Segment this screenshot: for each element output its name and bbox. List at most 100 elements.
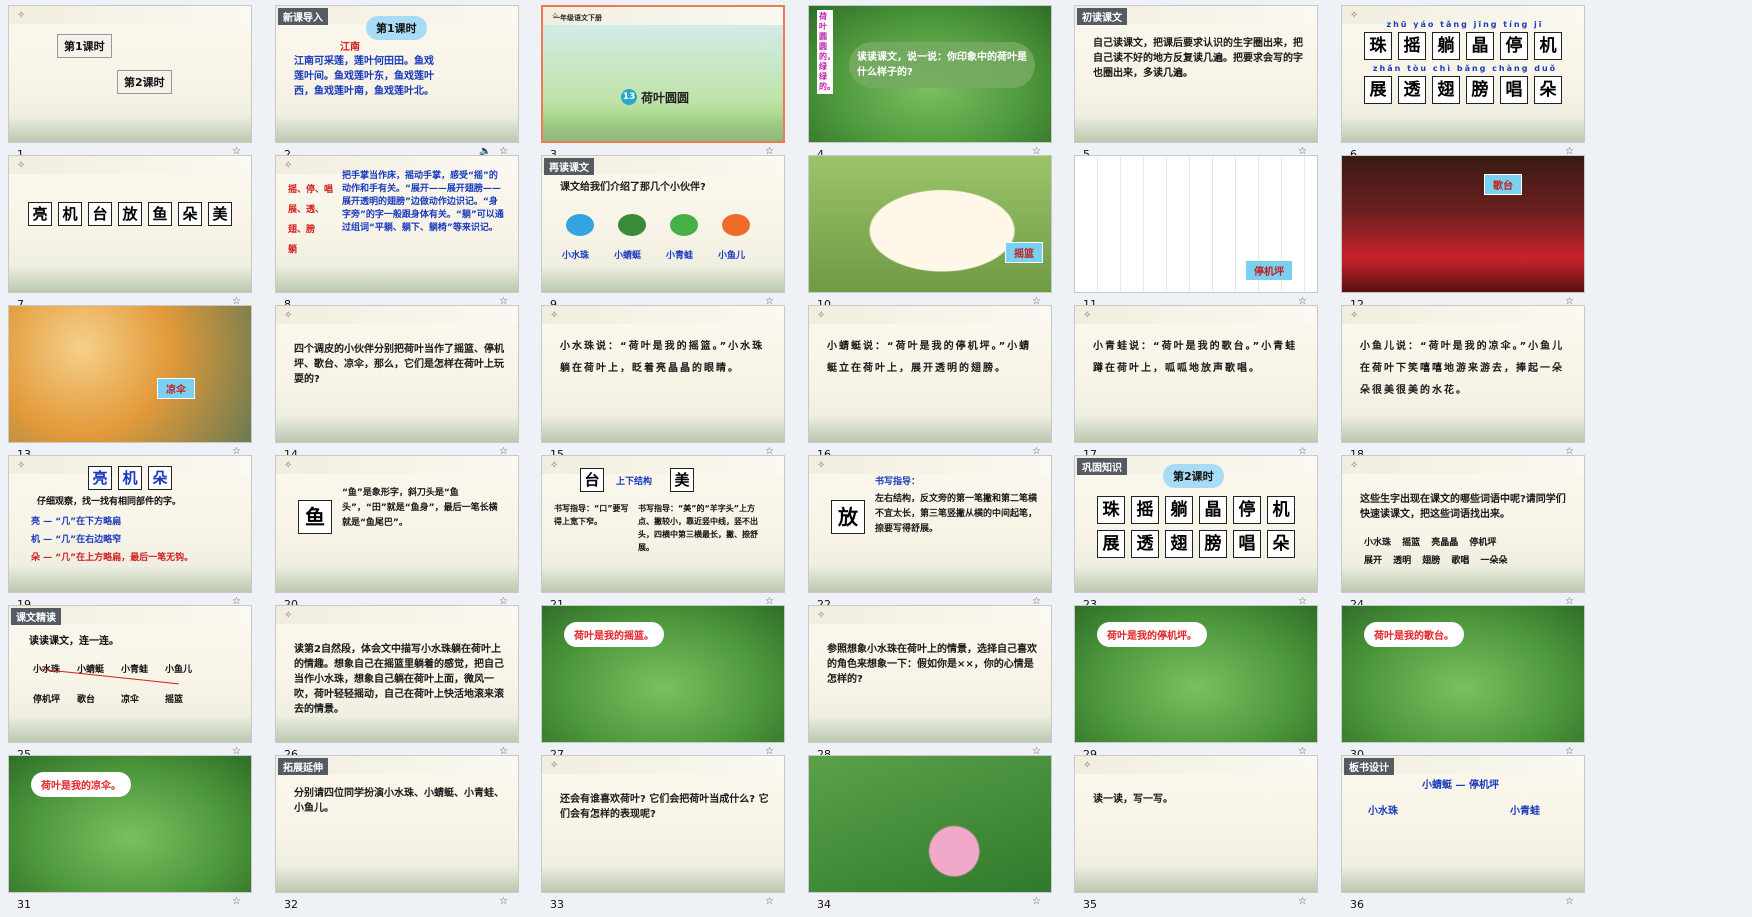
slide-number: 33 xyxy=(550,898,564,911)
slide-cell: ✧荷叶圆圆的，绿绿的。读读课文，说一说：你印象中的荷叶是什么样子的?4☆ xyxy=(800,0,1066,167)
slide-thumbnail[interactable]: ✧ xyxy=(808,755,1052,893)
slide-cell: ✧凉伞13☆ xyxy=(0,300,266,467)
body-text: 四个调皮的小伙伴分别把荷叶当作了摇篮、停机坪、歌台、凉伞，那么，它们是怎样在荷叶… xyxy=(294,344,504,385)
animal-icon xyxy=(722,214,750,236)
slide-thumbnail[interactable]: ✧ 参照想象小水珠在荷叶上的情景，选择自己喜欢的角色来想象一下：假如你是××，你的… xyxy=(808,605,1052,743)
slide-thumbnail[interactable]: ✧ 亮机朵仔细观察，找一找有相同部件的字。亮 — “几”在下方略扁机 — “几”在… xyxy=(8,455,252,593)
char-box: 晶 xyxy=(1466,32,1494,60)
slide-thumbnail[interactable]: ✧荷叶是我的歌台。 xyxy=(1341,605,1585,743)
dragonfly-icon: ✧ xyxy=(284,460,293,471)
body-text: 还会有谁喜欢荷叶? 它们会把荷叶当成什么? 它们会有怎样的表现呢? xyxy=(560,794,769,820)
lotus-footer-decoration xyxy=(1075,866,1317,892)
char-box: 美 xyxy=(208,202,232,226)
slide-thumbnail[interactable]: ✧板书设计小蜻蜓 — 停机坪小水珠小青蛙 xyxy=(1341,755,1585,893)
slide-cell: ✧课文精读读读课文，连一连。小水珠小蜻蜓小青蛙小鱼儿停机坪歌台凉伞摇篮25☆ xyxy=(0,600,266,767)
animal-icon xyxy=(670,214,698,236)
slide-cell: ✧摇篮10☆ xyxy=(800,150,1066,317)
lotus-footer-decoration xyxy=(9,716,251,742)
slide-section-tag: 巩固知识 xyxy=(1077,458,1127,475)
slide-cell: ✧停机坪11☆ xyxy=(1066,150,1332,317)
slide-transition-star-icon[interactable]: ☆ xyxy=(1565,896,1574,907)
slide-transition-star-icon[interactable]: ☆ xyxy=(765,896,774,907)
scene-photo xyxy=(1342,156,1584,292)
char-box: 翅 xyxy=(1165,530,1193,558)
slide-thumbnail[interactable]: ✧再读课文课文给我们介绍了那几个小伙伴?小水珠小蜻蜓小青蛙小鱼儿 xyxy=(541,155,785,293)
slide-cell: ✧荷叶是我的停机坪。29☆ xyxy=(1066,600,1332,767)
match-bottom-item: 摇篮 xyxy=(165,695,184,705)
char-box: 摇 xyxy=(1398,32,1426,60)
dragonfly-icon: ✧ xyxy=(550,310,559,321)
char-box: 摇 xyxy=(1131,496,1159,524)
dragonfly-icon: ✧ xyxy=(284,610,293,621)
instruction-text: 读读课文，连一连。 xyxy=(29,636,119,647)
char-box: 珠 xyxy=(1364,32,1392,60)
slide-thumbnail[interactable]: ✧ 四个调皮的小伙伴分别把荷叶当作了摇篮、停机坪、歌台、凉伞，那么，它们是怎样在荷… xyxy=(275,305,519,443)
slide-thumbnail[interactable]: ✧ 台 美 上下结构 书写指导：“口”要写得上宽下窄。 书写指导：“美”的“羊字头”上方点… xyxy=(541,455,785,593)
slide-thumbnail[interactable]: ✧ 鱼 “鱼”是象形字，斜刀头是“鱼头”，“田”就是“鱼身”，最后一笔长横就是“鱼尾… xyxy=(275,455,519,593)
animal-label: 小水珠 xyxy=(562,251,590,261)
slide-thumbnail[interactable]: ✧ 还会有谁喜欢荷叶? 它们会把荷叶当成什么? 它们会有怎样的表现呢? xyxy=(541,755,785,893)
slide-thumbnail[interactable]: ✧ 小水珠说：“荷叶是我的摇篮。”小水珠躺在荷叶上，眨着亮晶晶的眼睛。 xyxy=(541,305,785,443)
slide-thumbnail[interactable]: ✧停机坪 xyxy=(1074,155,1318,293)
lotus-footer-decoration xyxy=(276,716,518,742)
lesson-2-button[interactable]: 第2课时 xyxy=(117,70,172,94)
slide-cell: ✧ 鱼 “鱼”是象形字，斜刀头是“鱼头”，“田”就是“鱼身”，最后一笔长横就是“鱼尾… xyxy=(267,450,533,617)
slide-section-tag: 初读课文 xyxy=(1077,8,1127,25)
lesson-cloud-title: 第1课时 xyxy=(366,16,427,40)
slide-thumbnail[interactable]: ✧ 小蜻蜓说：“荷叶是我的停机坪。”小蜻蜓立在荷叶上，展开透明的翅膀。 xyxy=(808,305,1052,443)
body-text: 分别请四位同学扮演小水珠、小蜻蜓、小青蛙、小鱼儿。 xyxy=(294,788,504,814)
slide-thumbnail[interactable]: ✧歌台 xyxy=(1341,155,1585,293)
slide-thumbnail[interactable]: ✧荷叶圆圆的，绿绿的。读读课文，说一说：你印象中的荷叶是什么样子的? xyxy=(808,5,1052,143)
slide-thumbnail[interactable]: ✧ 一年级语文下册 13 荷叶圆圆 xyxy=(541,5,785,143)
slide-thumbnail[interactable]: ✧凉伞 xyxy=(8,305,252,443)
slide-transition-star-icon[interactable]: ☆ xyxy=(1032,896,1041,907)
slide-cell: ✧ 四个调皮的小伙伴分别把荷叶当作了摇篮、停机坪、歌台、凉伞，那么，它们是怎样在荷… xyxy=(267,300,533,467)
animal-icon xyxy=(618,214,646,236)
dragonfly-icon: ✧ xyxy=(1083,760,1092,771)
slide-header-decoration xyxy=(542,456,784,474)
slide-thumbnail[interactable]: ✧ 亮机台放鱼朵美 xyxy=(8,155,252,293)
slide-transition-star-icon[interactable]: ☆ xyxy=(499,896,508,907)
slide-thumbnail[interactable]: ✧巩固知识第2课时珠摇躺晶停机展透翅膀唱朵 xyxy=(1074,455,1318,593)
match-bottom-item: 凉伞 xyxy=(121,695,140,705)
slide-thumbnail[interactable]: ✧摇篮 xyxy=(808,155,1052,293)
slide-thumbnail[interactable]: ✧新课导入第1课时江南江南可采莲，莲叶何田田。鱼戏莲叶间。鱼戏莲叶东，鱼戏莲叶西… xyxy=(275,5,519,143)
slide-thumbnail[interactable]: ✧课文精读读读课文，连一连。小水珠小蜻蜓小青蛙小鱼儿停机坪歌台凉伞摇篮 xyxy=(8,605,252,743)
char-box: 停 xyxy=(1233,496,1261,524)
slide-header-decoration xyxy=(1075,756,1317,774)
slide-thumbnail[interactable]: ✧ 读第2自然段，体会文中描写小水珠躺在荷叶上的情趣。想象自己在摇篮里躺着的感觉，… xyxy=(275,605,519,743)
lesson-1-button[interactable]: 第1课时 xyxy=(57,34,112,58)
slide-thumbnail[interactable]: ✧ 这些生字出现在课文的哪些词语中呢?请同学们快速读课文，把这些词语找出来。 小水珠… xyxy=(1341,455,1585,593)
sentence-text: 小水珠说：“荷叶是我的摇篮。”小水珠躺在荷叶上，眨着亮晶晶的眼睛。 xyxy=(560,341,765,374)
match-line xyxy=(39,668,179,685)
sentence-text: 小蜻蜓说：“荷叶是我的停机坪。”小蜻蜓立在荷叶上，展开透明的翅膀。 xyxy=(827,341,1032,374)
slide-thumbnail[interactable]: ✧ zhū yáo tǎng jīng tíng jī zhǎn tòu chì b… xyxy=(1341,5,1585,143)
slide-thumbnail[interactable]: ✧荷叶是我的停机坪。 xyxy=(1074,605,1318,743)
slide-thumbnail[interactable]: ✧ 放 书写指导： 左右结构，反文旁的第一笔撇和第二笔横不宜太长，第三笔竖撇从横的中间… xyxy=(808,455,1052,593)
writing-tip: 书写指导：“美”的“羊字头”上方点、撇较小，靠近竖中线，竖不出头，四横中第三横最… xyxy=(638,504,758,552)
slide-sorter-grid: ✧第1课时第2课时1☆✧新课导入第1课时江南江南可采莲，莲叶何田田。鱼戏莲叶间。… xyxy=(0,0,1752,911)
slide-thumbnail[interactable]: ✧ 摇、停、唱 展、透、翅、膀 躺把手掌当作床，摇动手掌，感受“摇”的动作和手有关… xyxy=(275,155,519,293)
lotus-footer-decoration xyxy=(276,116,518,142)
body-text: 自己读课文，把课后要求认识的生字圈出来，把自己读不好的地方反复读几遍。把要求会写… xyxy=(1093,38,1303,79)
pinyin-row: zhǎn tòu chì bǎng chàng duǒ xyxy=(1372,64,1558,73)
char-row: 亮机台放鱼朵美 xyxy=(9,202,251,226)
char-box: 躺 xyxy=(1432,32,1460,60)
slide-transition-star-icon[interactable]: ☆ xyxy=(1298,896,1307,907)
slide-transition-star-icon[interactable]: ☆ xyxy=(232,896,241,907)
slide-cell: ✧ 读一读，写一写。 35 ☆ xyxy=(1066,750,1332,917)
lotus-footer-decoration xyxy=(542,866,784,892)
char-box: 亮 xyxy=(88,466,112,490)
char-row: 展透翅膀唱朵 xyxy=(1342,76,1584,104)
slide-thumbnail[interactable]: ✧荷叶是我的摇篮。 xyxy=(541,605,785,743)
slide-thumbnail[interactable]: ✧ 小青蛙说：“荷叶是我的歌台。”小青蛙蹲在荷叶上，呱呱地放声歌唱。 xyxy=(1074,305,1318,443)
slide-thumbnail[interactable]: ✧拓展延伸分别请四位同学扮演小水珠、小蜻蜓、小青蛙、小鱼儿。 xyxy=(275,755,519,893)
slide-thumbnail[interactable]: ✧ 读一读，写一写。 xyxy=(1074,755,1318,893)
question-text: 课文给我们介绍了那几个小伙伴? xyxy=(560,182,706,193)
slide-thumbnail[interactable]: ✧初读课文自己读课文，把课后要求认识的生字圈出来，把自己读不好的地方反复读几遍。… xyxy=(1074,5,1318,143)
slide-cell: ✧ 小鱼儿说：“荷叶是我的凉伞。”小鱼儿在荷叶下笑嘻嘻地游来游去，捧起一朵朵很美很… xyxy=(1333,300,1599,467)
slide-thumbnail[interactable]: ✧ 第1课时 第2课时 xyxy=(8,5,252,143)
slide-thumbnail[interactable]: ✧荷叶是我的凉伞。 xyxy=(8,755,252,893)
lotus-footer-decoration xyxy=(1342,416,1584,442)
slide-thumbnail[interactable]: ✧ 小鱼儿说：“荷叶是我的凉伞。”小鱼儿在荷叶下笑嘻嘻地游来游去，捧起一朵朵很美很… xyxy=(1341,305,1585,443)
